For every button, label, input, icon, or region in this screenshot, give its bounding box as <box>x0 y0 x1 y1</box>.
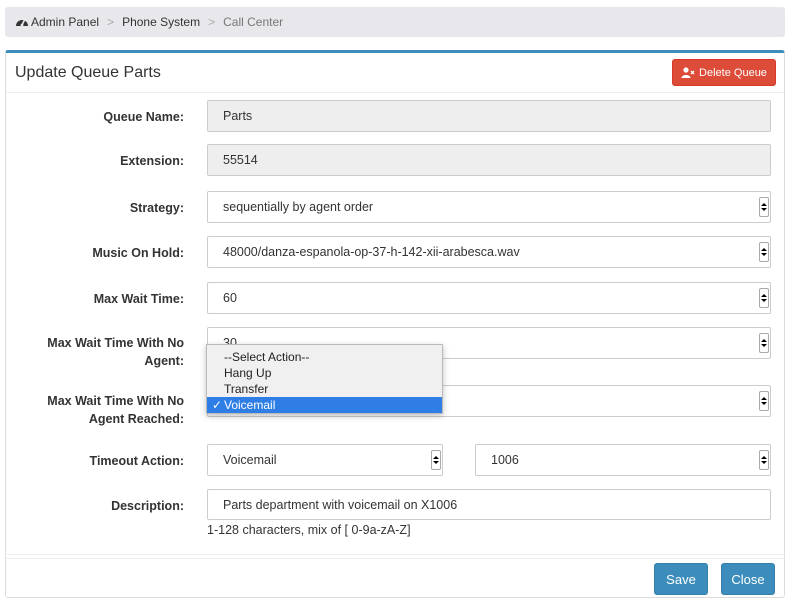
max-wait-time-label: Max Wait Time: <box>93 292 184 306</box>
strategy-value: sequentially by agent order <box>223 200 374 214</box>
strategy-label: Strategy: <box>129 201 184 215</box>
description-label: Description: <box>111 499 184 513</box>
select-arrows-icon <box>759 450 769 470</box>
extension-label: Extension: <box>120 154 184 168</box>
breadcrumb-separator: > <box>107 15 115 29</box>
breadcrumb-separator: > <box>208 15 216 29</box>
timeout-action-select[interactable]: Voicemail <box>207 444 443 476</box>
max-wait-time-value: 60 <box>223 291 237 305</box>
music-on-hold-select[interactable]: 48000/danza-espanola-op-37-h-142-xii-ara… <box>207 236 771 268</box>
breadcrumb: Admin Panel > Phone System > Call Center <box>5 7 785 37</box>
queue-name-value: Parts <box>223 109 253 123</box>
breadcrumb-phone-system[interactable]: Phone System <box>122 15 200 29</box>
page-title: Update Queue Parts <box>15 64 161 81</box>
breadcrumb-admin-panel[interactable]: Admin Panel <box>31 15 99 29</box>
select-arrows-icon <box>759 242 769 262</box>
max-wait-no-agent-reached-label-line1: Max Wait Time With No <box>47 394 184 408</box>
max-wait-time-select[interactable]: 60 <box>207 282 771 314</box>
music-on-hold-label: Music On Hold: <box>92 246 184 260</box>
timeout-target-value: 1006 <box>491 453 519 467</box>
timeout-target-select[interactable]: 1006 <box>475 444 771 476</box>
select-arrows-icon <box>759 333 769 353</box>
strategy-select[interactable]: sequentially by agent order <box>207 191 771 223</box>
dropdown-option[interactable]: Transfer <box>207 381 442 397</box>
delete-queue-label: Delete Queue <box>699 66 767 79</box>
panel-header: Update Queue Parts Delete Queue <box>6 53 784 93</box>
max-wait-no-agent-reached-label: Max Wait Time With No Agent Reached: <box>4 392 184 428</box>
select-arrows-icon <box>759 391 769 411</box>
extension-field: 55514 <box>207 144 771 176</box>
max-wait-no-agent-label-line2: Agent: <box>144 354 184 368</box>
close-button[interactable]: Close <box>721 563 775 595</box>
music-on-hold-value: 48000/danza-espanola-op-37-h-142-xii-ara… <box>223 245 520 259</box>
select-arrows-icon <box>759 197 769 217</box>
description-value: Parts department with voicemail on X1006 <box>223 497 458 512</box>
dropdown-option-selected[interactable]: ✓ Voicemail <box>207 397 442 413</box>
max-wait-no-agent-label: Max Wait Time With No Agent: <box>4 334 184 370</box>
checkmark-icon: ✓ <box>212 398 223 412</box>
description-input[interactable]: Parts department with voicemail on X1006 <box>207 489 771 520</box>
dropdown-option-selected-label: Voicemail <box>224 398 276 412</box>
extension-value: 55514 <box>223 153 258 167</box>
breadcrumb-call-center: Call Center <box>223 15 284 29</box>
max-wait-no-agent-reached-label-line2: Agent Reached: <box>88 412 184 426</box>
select-arrows-icon <box>759 288 769 308</box>
queue-name-field: Parts <box>207 100 771 132</box>
footer-divider <box>5 554 785 555</box>
select-arrows-icon <box>431 450 441 470</box>
timeout-action-value: Voicemail <box>223 453 277 467</box>
save-button[interactable]: Save <box>654 563 708 595</box>
timeout-action-dropdown: --Select Action-- Hang Up Transfer ✓ Voi… <box>206 344 443 414</box>
remove-user-icon <box>681 67 695 78</box>
dropdown-option[interactable]: --Select Action-- <box>207 349 442 365</box>
dropdown-option[interactable]: Hang Up <box>207 365 442 381</box>
queue-name-label: Queue Name: <box>103 110 184 124</box>
timeout-action-label: Timeout Action: <box>89 454 184 468</box>
panel-footer <box>6 558 784 559</box>
description-hint: 1-128 characters, mix of [ 0-9a-zA-Z] <box>207 523 411 537</box>
dashboard-icon <box>15 15 29 29</box>
max-wait-no-agent-label-line1: Max Wait Time With No <box>47 336 184 350</box>
delete-queue-button[interactable]: Delete Queue <box>672 59 776 86</box>
